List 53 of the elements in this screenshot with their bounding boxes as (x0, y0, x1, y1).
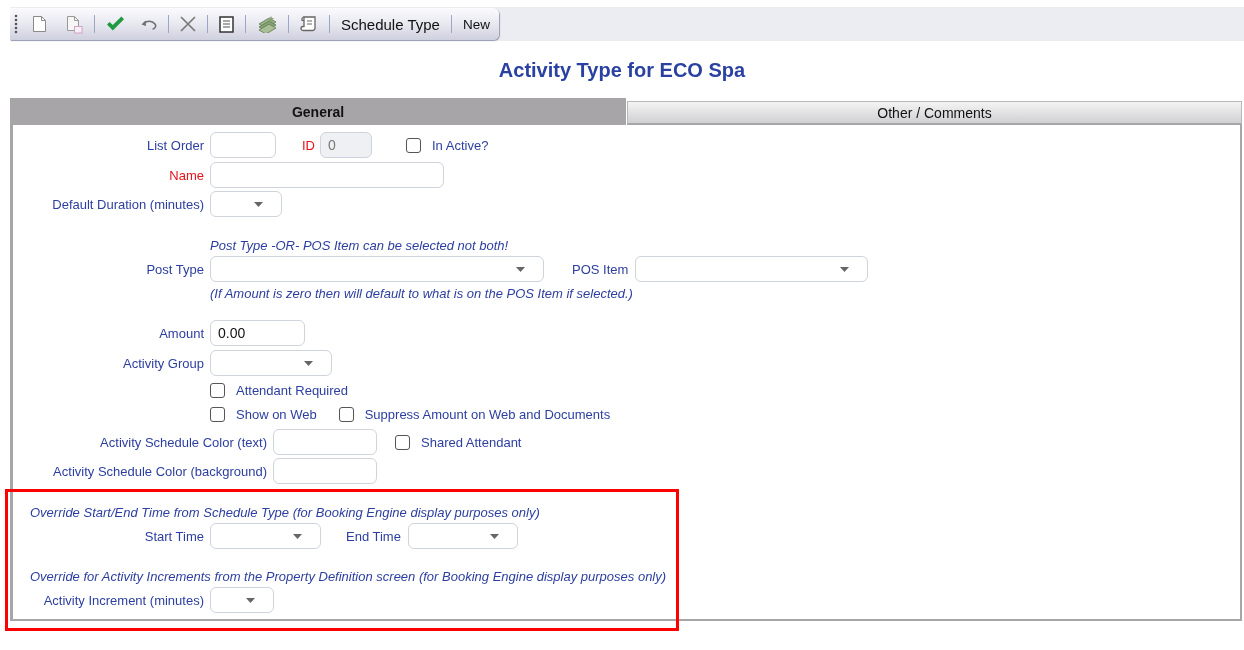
hint-text: Post Type -OR- POS Item can be selected not both! (210, 238, 509, 253)
field-label: Post Type (145, 261, 204, 277)
caret-icon (304, 360, 313, 366)
field-label: List Order (145, 137, 204, 153)
document-icon[interactable] (32, 15, 47, 33)
list-document-icon[interactable] (219, 15, 234, 33)
hint-text: Override for Activity Increments from the Property Definition screen (for Booking Engine display purposes only) (30, 569, 667, 584)
new-button[interactable]: New (462, 16, 490, 32)
field-label: Name (168, 167, 204, 183)
hint-text: Override Start/End Time from Schedule Type (for Booking Engine display purposes only) (30, 505, 540, 520)
checkbox-label: Suppress Amount on Web and Documents (364, 406, 611, 422)
caret-icon (293, 533, 302, 539)
checkbox-label: Show on Web (236, 406, 317, 422)
checkbox[interactable] (338, 406, 354, 422)
tab[interactable]: General (10, 98, 626, 125)
grip-icon[interactable] (14, 14, 18, 34)
checkbox-label: In Active? (432, 137, 489, 153)
field-label: ID (302, 137, 315, 153)
caret-icon (489, 533, 499, 539)
cross-icon[interactable] (180, 16, 196, 32)
caret-icon (840, 266, 850, 272)
field-label: Start Time (143, 528, 204, 544)
text-field[interactable] (210, 162, 444, 188)
text-field[interactable]: 0.00 (210, 320, 305, 346)
text-field[interactable] (273, 458, 377, 484)
field-label: Activity Schedule Color (text) (99, 434, 267, 450)
field-label: Amount (158, 325, 204, 341)
scroll-icon[interactable] (300, 15, 318, 33)
checkbox-label: Attendant Required (236, 382, 349, 398)
checkbox[interactable] (406, 137, 421, 153)
hint-text: (If Amount is zero then will default to what is on the POS Item if selected.) (210, 286, 633, 301)
money-stack-icon[interactable] (257, 15, 277, 33)
toolbar-caption: Schedule Type (341, 15, 440, 33)
undo-icon[interactable] (141, 18, 157, 30)
checkbox[interactable] (210, 406, 225, 422)
copy-document-icon[interactable] (66, 14, 83, 34)
text-field[interactable] (210, 132, 276, 158)
text-field[interactable] (273, 429, 377, 455)
tab[interactable]: Other / Comments (627, 101, 1242, 125)
field-label: Activity Increment (minutes) (42, 592, 204, 608)
caret-icon (254, 201, 263, 207)
checkbox-label: Shared Attendant (421, 434, 522, 450)
checkbox[interactable] (395, 434, 410, 450)
field-label: End Time (346, 528, 401, 544)
field-label: Activity Schedule Color (background) (52, 463, 267, 479)
page-title: Activity Type for ECO Spa (498, 59, 746, 81)
check-icon[interactable] (106, 16, 125, 32)
field-label: POS Item (572, 261, 629, 277)
field-label: Default Duration (minutes) (51, 196, 204, 212)
caret-icon (516, 266, 525, 272)
checkbox[interactable] (210, 382, 225, 398)
caret-icon (246, 597, 255, 603)
field-label: Activity Group (122, 355, 204, 371)
